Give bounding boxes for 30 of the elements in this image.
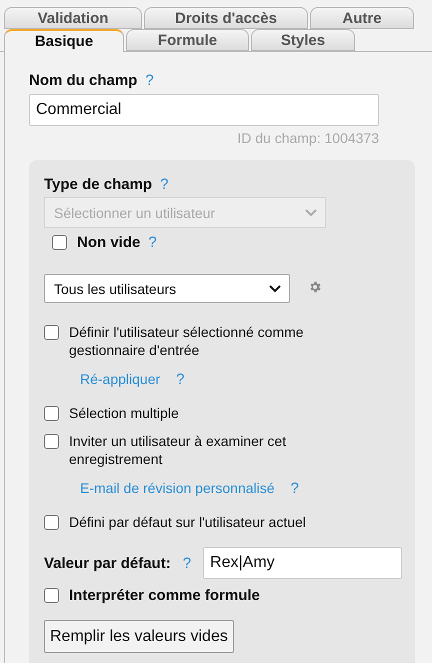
tab[interactable]: Autre (310, 7, 414, 29)
chevron-icon (269, 284, 281, 292)
checkbox-label: Définir l'utilisateur sélectionné comme gestionnaire d'entrée (69, 323, 305, 359)
field-label: Nom du champ (29, 72, 138, 89)
help-link[interactable]: ? (145, 72, 154, 89)
tab[interactable]: Styles (251, 29, 355, 51)
default-value-label: Valeur par défaut: (44, 554, 171, 572)
settings-icon[interactable] (308, 280, 322, 294)
fill-empty-values-button[interactable]: Remplir les valeurs vides (44, 620, 234, 653)
field-id-text: ID du champ: 1004373 (237, 130, 379, 146)
checkbox-label: Inviter un utilisateur à examiner cet enregistrement (69, 432, 288, 468)
input-field[interactable]: Rex|Amy (203, 547, 402, 579)
checkbox[interactable] (52, 235, 67, 250)
checkbox-label: Sélection multiple (69, 404, 179, 422)
tab[interactable]: Validation (4, 7, 142, 29)
tab[interactable]: Droits d'accès (144, 7, 308, 29)
checkbox-label: Non vide (77, 234, 140, 251)
checkbox[interactable] (44, 406, 59, 421)
checkbox-label: Défini par défaut sur l'utilisateur actuel (69, 513, 306, 531)
chevron-icon (305, 208, 317, 216)
checkbox[interactable] (44, 434, 59, 449)
input-field[interactable]: Commercial (29, 94, 379, 126)
checkbox[interactable] (44, 325, 59, 340)
tab[interactable]: Formule (126, 29, 249, 51)
checkbox-label: Interpréter comme formule (69, 587, 260, 604)
field-label: Type de champ (44, 176, 152, 193)
checkbox[interactable] (44, 588, 59, 603)
user-filter-select[interactable]: Tous les utilisateurs (44, 274, 290, 303)
tab[interactable]: Basique (4, 29, 124, 52)
checkbox[interactable] (44, 515, 59, 530)
